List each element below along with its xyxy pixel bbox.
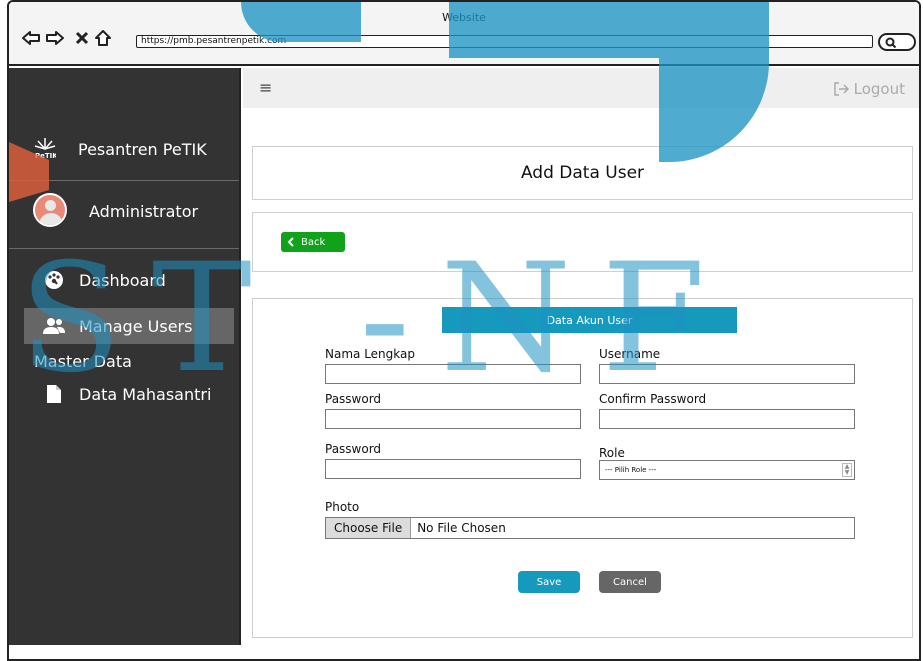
watermark-shape — [449, 2, 659, 58]
logout-label: Logout — [853, 80, 905, 98]
back-button-label: Back — [301, 236, 326, 248]
sidebar-item-label: Manage Users — [79, 316, 193, 336]
sidebar: PeTIK Pesantren PeTIK Administrator Dash… — [9, 68, 241, 645]
sidebar-item-label: Data Mahasantri — [79, 384, 212, 404]
close-icon[interactable] — [72, 28, 92, 48]
photo-label: Photo — [325, 500, 360, 514]
chevron-left-icon — [287, 237, 294, 247]
divider — [9, 248, 239, 249]
sidebar-item-manage-users[interactable]: Manage Users — [24, 308, 234, 344]
cancel-button[interactable]: Cancel — [599, 571, 661, 593]
back-arrow-icon[interactable] — [21, 28, 41, 48]
role-selected-value: --- Pilih Role --- — [605, 466, 657, 474]
sidebar-item-dashboard[interactable]: Dashboard — [24, 262, 234, 298]
confirm-password-input[interactable] — [599, 409, 855, 429]
sidebar-item-data-mahasantri[interactable]: Data Mahasantri — [24, 376, 234, 412]
forward-arrow-icon[interactable] — [45, 28, 65, 48]
nama-lengkap-label: Nama Lengkap — [325, 347, 415, 361]
file-status: No File Chosen — [417, 521, 506, 535]
action-card: Back — [252, 212, 913, 272]
browser-window: Website https://pmb.pesantrenpetik.com P… — [7, 0, 921, 661]
search-icon — [885, 37, 897, 49]
hamburger-menu-icon[interactable]: ≡ — [259, 80, 272, 96]
password-input[interactable] — [325, 409, 581, 429]
user-name: Administrator — [89, 202, 199, 221]
document-icon — [29, 384, 79, 404]
select-arrows-icon: ▲ ▼ — [842, 463, 852, 477]
form-card: Data Akun User Nama Lengkap Username Pas… — [252, 298, 913, 638]
title-card: Add Data User — [252, 146, 913, 200]
section-label-master-data: Master Data — [34, 352, 132, 371]
photo-file-input[interactable]: Choose File No File Chosen — [325, 517, 855, 539]
sidebar-item-label: Dashboard — [79, 270, 166, 290]
choose-file-button[interactable]: Choose File — [326, 518, 412, 538]
logout-icon — [833, 82, 849, 96]
username-input[interactable] — [599, 364, 855, 384]
role-select[interactable]: --- Pilih Role --- ▲ ▼ — [599, 460, 855, 480]
users-icon — [29, 317, 79, 335]
role-label: Role — [599, 446, 625, 460]
back-button[interactable]: Back — [281, 232, 345, 252]
brand-name: Pesantren PeTIK — [78, 140, 207, 159]
password-input-2[interactable] — [325, 459, 581, 479]
username-label: Username — [599, 347, 661, 361]
header-bar: ≡ Logout — [243, 68, 919, 108]
logout-button[interactable]: Logout — [833, 80, 905, 98]
home-icon[interactable] — [93, 28, 113, 48]
form-section-title: Data Akun User — [442, 307, 737, 333]
save-button[interactable]: Save — [518, 571, 580, 593]
dashboard-icon — [29, 270, 79, 290]
password-label-2: Password — [325, 442, 382, 456]
password-label: Password — [325, 392, 382, 406]
page-title: Add Data User — [520, 163, 645, 183]
nama-lengkap-input[interactable] — [325, 364, 581, 384]
main-content: ≡ Logout Add Data User Back Data Akun Us… — [243, 68, 919, 645]
search-button[interactable] — [878, 33, 916, 51]
watermark-shape — [241, 2, 361, 42]
confirm-password-label: Confirm Password — [599, 392, 707, 406]
avatar — [33, 193, 67, 227]
